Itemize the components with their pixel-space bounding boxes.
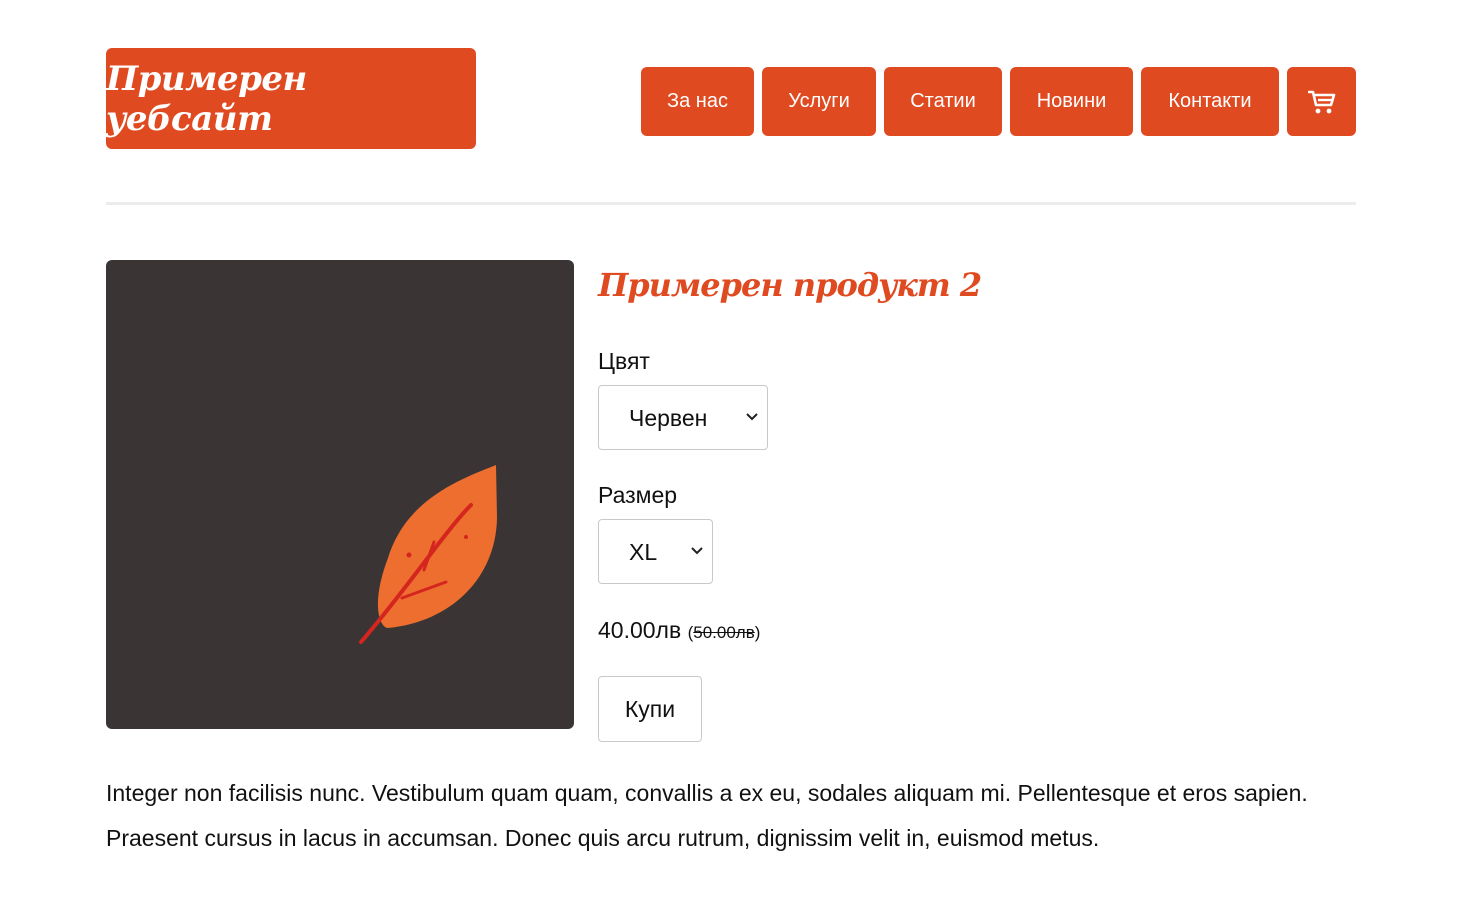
chevron-down-icon [691, 547, 703, 555]
buy-button[interactable]: Купи [598, 676, 702, 742]
site-logo[interactable]: Примерен уебсайт [106, 48, 476, 149]
color-select-value: Червен [629, 405, 708, 431]
product-description: Integer non facilisis nunc. Vestibulum q… [106, 780, 1308, 851]
leaf-icon [359, 465, 497, 644]
old-price: (50.00лв) [687, 623, 761, 642]
nav-item-articles[interactable]: Статии [884, 67, 1002, 136]
nav-item-contacts[interactable]: Контакти [1141, 67, 1279, 136]
nav-item-services[interactable]: Услуги [762, 67, 876, 136]
current-price: 40.00лв [598, 617, 682, 643]
size-select-value: XL [629, 539, 658, 565]
shopping-cart-icon [1307, 90, 1335, 113]
size-select[interactable]: XL [598, 519, 713, 584]
chevron-down-icon [746, 413, 758, 421]
header-divider [106, 202, 1356, 205]
product-image [106, 260, 574, 729]
color-select[interactable]: Червен [598, 385, 768, 450]
size-label: Размер [598, 482, 678, 508]
price: 40.00лв (50.00лв) [598, 617, 760, 644]
color-label: Цвят [598, 348, 650, 374]
nav-item-about[interactable]: За нас [641, 67, 754, 136]
cart-button[interactable] [1287, 67, 1356, 136]
product-title: Примерен продукт 2 [598, 266, 982, 304]
nav-item-news[interactable]: Новини [1010, 67, 1133, 136]
